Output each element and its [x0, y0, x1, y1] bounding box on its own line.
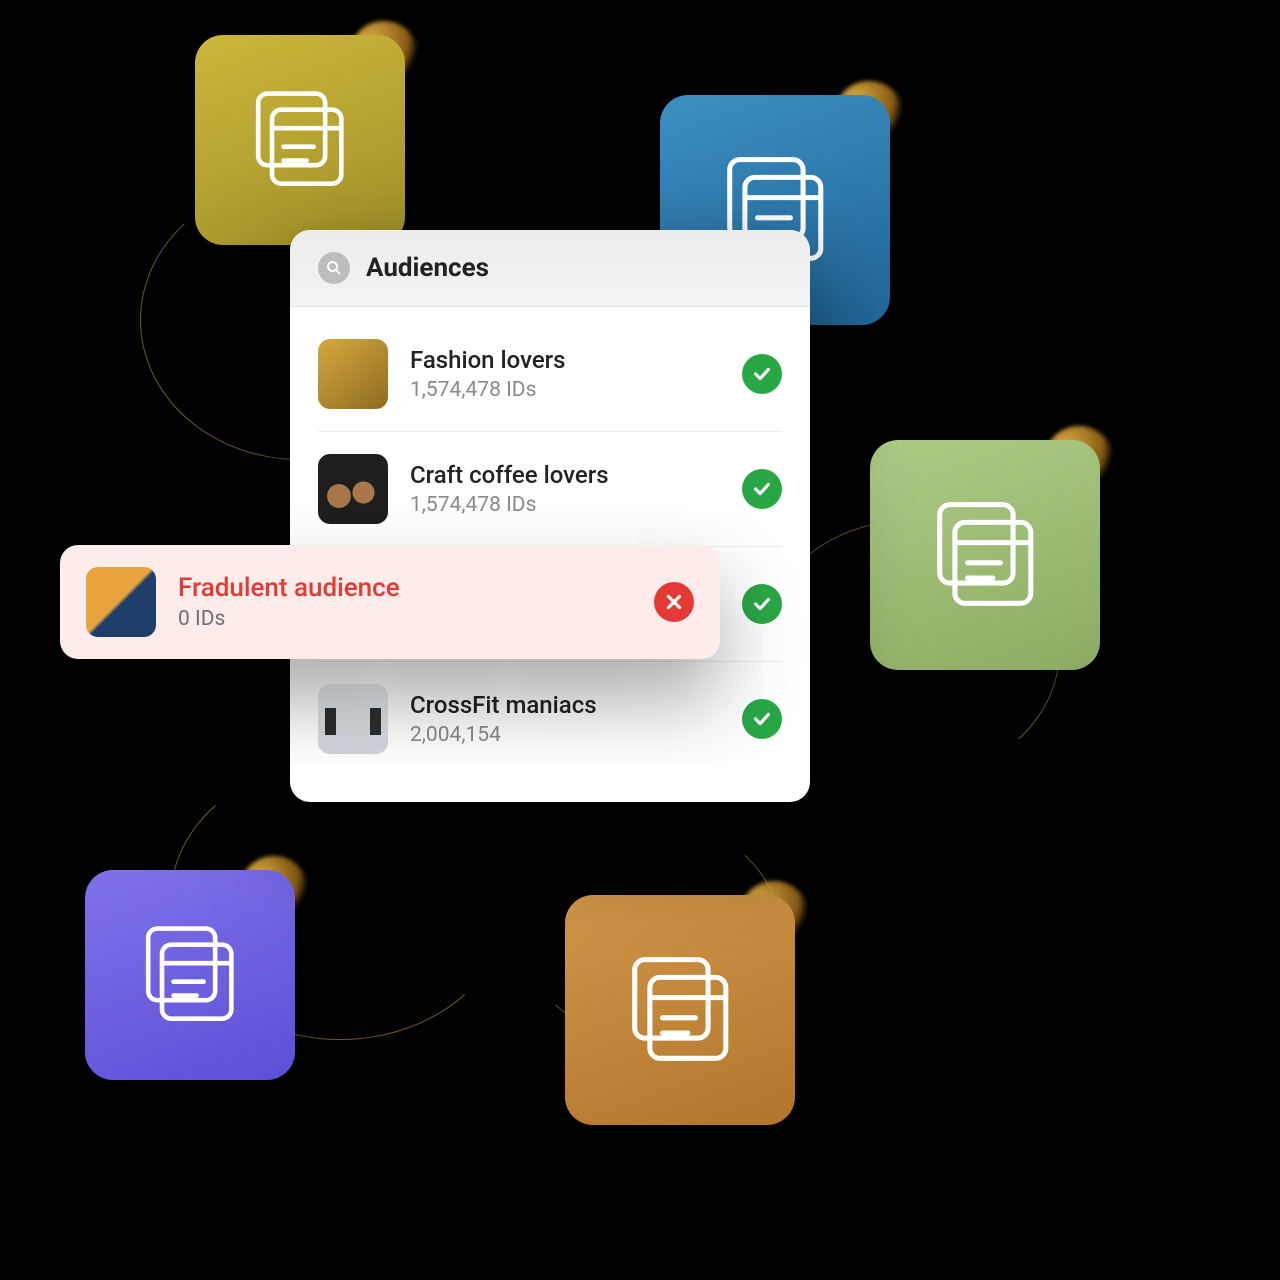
audience-thumbnail: [86, 567, 156, 637]
audience-thumbnail: [318, 684, 388, 754]
status-ok-icon: [742, 354, 782, 394]
audience-name: Craft coffee lovers: [410, 461, 720, 489]
status-ok-icon: [742, 584, 782, 624]
audience-row[interactable]: Fashion lovers 1,574,478 IDs: [318, 317, 782, 432]
audience-thumbnail: [318, 339, 388, 409]
audience-row[interactable]: CrossFit maniacs 2,004,154: [318, 662, 782, 776]
fraud-alert-name: Fradulent audience: [178, 573, 632, 603]
status-error-icon: [654, 582, 694, 622]
tile-purple: [85, 870, 295, 1080]
tile-olive: [195, 35, 405, 245]
audience-name: Fashion lovers: [410, 346, 720, 374]
audience-ids: 2,004,154: [410, 723, 720, 747]
document-stack-icon: [617, 947, 744, 1074]
audience-name: CrossFit maniacs: [410, 691, 720, 719]
audiences-header: Audiences: [290, 230, 810, 307]
fraud-alert-ids: 0 IDs: [178, 607, 632, 631]
audiences-title: Audiences: [366, 253, 489, 283]
status-ok-icon: [742, 469, 782, 509]
tile-orange: [565, 895, 795, 1125]
audience-row[interactable]: Craft coffee lovers 1,574,478 IDs: [318, 432, 782, 547]
fraud-alert[interactable]: Fradulent audience 0 IDs: [60, 545, 720, 659]
search-icon: [318, 252, 350, 284]
audience-thumbnail: [318, 454, 388, 524]
document-stack-icon: [242, 82, 358, 198]
status-ok-icon: [742, 699, 782, 739]
audiences-card: Audiences Fashion lovers 1,574,478 IDs C…: [290, 230, 810, 802]
tile-green: [870, 440, 1100, 670]
audience-ids: 1,574,478 IDs: [410, 378, 720, 402]
document-stack-icon: [132, 917, 248, 1033]
document-stack-icon: [922, 492, 1049, 619]
audience-ids: 1,574,478 IDs: [410, 493, 720, 517]
